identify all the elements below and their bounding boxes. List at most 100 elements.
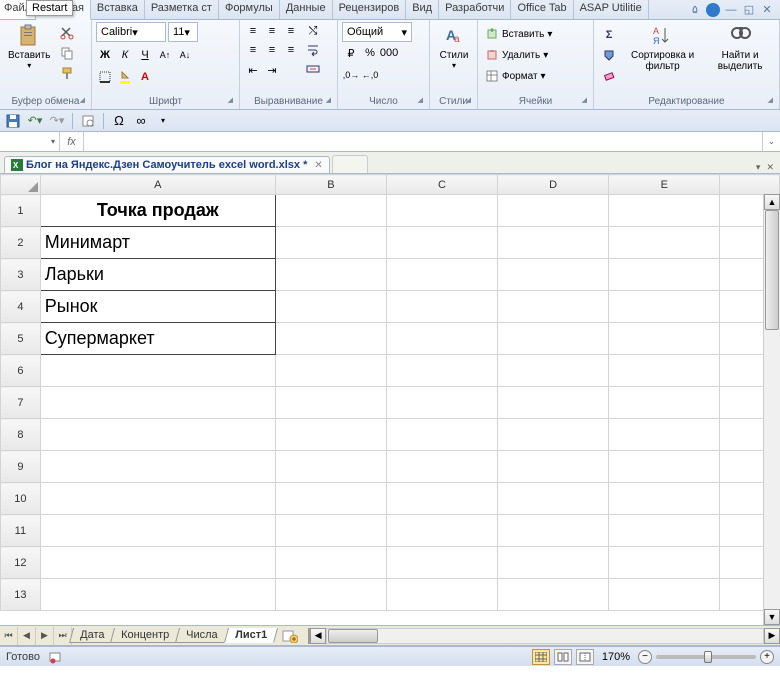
cell[interactable] bbox=[275, 419, 386, 451]
restore-window-icon[interactable]: ◱ bbox=[742, 3, 756, 17]
column-header[interactable] bbox=[720, 175, 780, 195]
print-preview-button[interactable] bbox=[79, 112, 97, 130]
align-middle-button[interactable]: ≡ bbox=[263, 22, 281, 40]
cell[interactable] bbox=[40, 483, 275, 515]
cell[interactable] bbox=[498, 483, 609, 515]
cell[interactable] bbox=[386, 227, 497, 259]
cell-a1[interactable]: Точка продаж bbox=[40, 195, 275, 227]
row-header[interactable]: 5 bbox=[1, 323, 41, 355]
cell[interactable] bbox=[275, 515, 386, 547]
sheet-nav-first[interactable]: ⏮ bbox=[0, 627, 18, 645]
cell[interactable] bbox=[275, 387, 386, 419]
normal-view-button[interactable] bbox=[532, 649, 550, 665]
decrease-indent-button[interactable]: ⇤ bbox=[244, 61, 262, 79]
cell[interactable] bbox=[498, 195, 609, 227]
increase-decimal-button[interactable]: ,0→ bbox=[342, 66, 360, 84]
cell[interactable] bbox=[386, 579, 497, 611]
cell[interactable] bbox=[498, 227, 609, 259]
cell-a5[interactable]: Супермаркет bbox=[40, 323, 275, 355]
column-header-d[interactable]: D bbox=[498, 175, 609, 195]
cell[interactable] bbox=[609, 259, 720, 291]
cell[interactable] bbox=[609, 195, 720, 227]
cell[interactable] bbox=[275, 291, 386, 323]
font-size-select[interactable]: 11 ▾ bbox=[168, 22, 198, 42]
row-header[interactable]: 9 bbox=[1, 451, 41, 483]
cell[interactable] bbox=[40, 451, 275, 483]
cell-a3[interactable]: Ларьки bbox=[40, 259, 275, 291]
styles-button[interactable]: Aa Стили ▾ bbox=[434, 22, 474, 72]
sheet-nav-prev[interactable]: ◀ bbox=[18, 627, 36, 645]
cell-a4[interactable]: Рынок bbox=[40, 291, 275, 323]
increase-indent-button[interactable]: ⇥ bbox=[263, 61, 281, 79]
cell-a2[interactable]: Минимарт bbox=[40, 227, 275, 259]
font-color-button[interactable]: A bbox=[136, 68, 154, 86]
align-right-button[interactable]: ≡ bbox=[282, 41, 300, 59]
sheet-tab[interactable]: Концентр bbox=[110, 628, 180, 643]
row-header[interactable]: 13 bbox=[1, 579, 41, 611]
qat-customize-button[interactable]: ▾ bbox=[154, 112, 172, 130]
italic-button[interactable]: К bbox=[116, 46, 134, 64]
zoom-thumb[interactable] bbox=[704, 651, 712, 663]
delete-cells-button[interactable]: Удалить ▾ bbox=[482, 45, 555, 65]
underline-button[interactable]: Ч bbox=[136, 46, 154, 64]
row-header[interactable]: 8 bbox=[1, 419, 41, 451]
align-top-button[interactable]: ≡ bbox=[244, 22, 262, 40]
row-header[interactable]: 4 bbox=[1, 291, 41, 323]
row-header[interactable]: 12 bbox=[1, 547, 41, 579]
cell[interactable] bbox=[40, 387, 275, 419]
tab-list-button[interactable]: ▾ bbox=[754, 162, 763, 173]
omega-button[interactable]: Ω bbox=[110, 112, 128, 130]
cell[interactable] bbox=[275, 227, 386, 259]
close-tab-icon[interactable]: ✕ bbox=[314, 160, 322, 171]
fill-color-button[interactable] bbox=[116, 68, 134, 86]
border-button[interactable] bbox=[96, 68, 114, 86]
cell[interactable] bbox=[609, 387, 720, 419]
bold-button[interactable]: Ж bbox=[96, 46, 114, 64]
cell[interactable] bbox=[275, 579, 386, 611]
tab-data[interactable]: Данные bbox=[280, 0, 333, 19]
row-header[interactable]: 6 bbox=[1, 355, 41, 387]
redo-button[interactable]: ↷▾ bbox=[48, 112, 66, 130]
tab-close-button[interactable]: ✕ bbox=[764, 162, 776, 173]
new-sheet-button[interactable] bbox=[278, 628, 302, 644]
row-header[interactable]: 2 bbox=[1, 227, 41, 259]
tab-formulas[interactable]: Формулы bbox=[219, 0, 280, 19]
cell[interactable] bbox=[609, 483, 720, 515]
tab-page-layout[interactable]: Разметка ст bbox=[145, 0, 219, 19]
cell[interactable] bbox=[40, 355, 275, 387]
cell[interactable] bbox=[40, 579, 275, 611]
cell[interactable] bbox=[386, 387, 497, 419]
tab-insert[interactable]: Вставка bbox=[91, 0, 145, 19]
column-header-b[interactable]: B bbox=[275, 175, 386, 195]
cell[interactable] bbox=[609, 515, 720, 547]
orientation-button[interactable]: ⤭ bbox=[304, 22, 322, 40]
fx-button[interactable]: fx bbox=[60, 132, 84, 151]
cell[interactable] bbox=[275, 547, 386, 579]
scroll-up-button[interactable]: ▲ bbox=[764, 194, 780, 210]
number-format-select[interactable]: Общий▾ bbox=[342, 22, 412, 42]
name-box[interactable]: ▾ bbox=[0, 132, 60, 151]
align-bottom-button[interactable]: ≡ bbox=[282, 22, 300, 40]
cell[interactable] bbox=[498, 387, 609, 419]
cell[interactable] bbox=[40, 515, 275, 547]
autosum-button[interactable]: Σ bbox=[600, 26, 618, 44]
cell[interactable] bbox=[40, 547, 275, 579]
cell[interactable] bbox=[498, 515, 609, 547]
insert-cells-button[interactable]: Вставить ▾ bbox=[482, 24, 555, 44]
cell[interactable] bbox=[609, 419, 720, 451]
cut-button[interactable] bbox=[58, 24, 76, 42]
page-layout-view-button[interactable] bbox=[554, 649, 572, 665]
merge-button[interactable] bbox=[304, 60, 322, 78]
column-header-a[interactable]: A bbox=[40, 175, 275, 195]
sheet-nav-next[interactable]: ▶ bbox=[36, 627, 54, 645]
document-tab[interactable]: X Блог на Яндекс.Дзен Самоучитель excel … bbox=[4, 156, 330, 173]
row-header[interactable]: 11 bbox=[1, 515, 41, 547]
cell[interactable] bbox=[275, 451, 386, 483]
comma-button[interactable]: 000 bbox=[380, 44, 398, 62]
cell[interactable] bbox=[609, 291, 720, 323]
sheet-tab[interactable]: Дата bbox=[69, 628, 115, 643]
formula-expand-button[interactable]: ⌄ bbox=[762, 132, 780, 151]
new-tab-button[interactable] bbox=[332, 155, 368, 173]
tab-office-tab[interactable]: Office Tab bbox=[511, 0, 573, 19]
column-header-c[interactable]: C bbox=[386, 175, 497, 195]
